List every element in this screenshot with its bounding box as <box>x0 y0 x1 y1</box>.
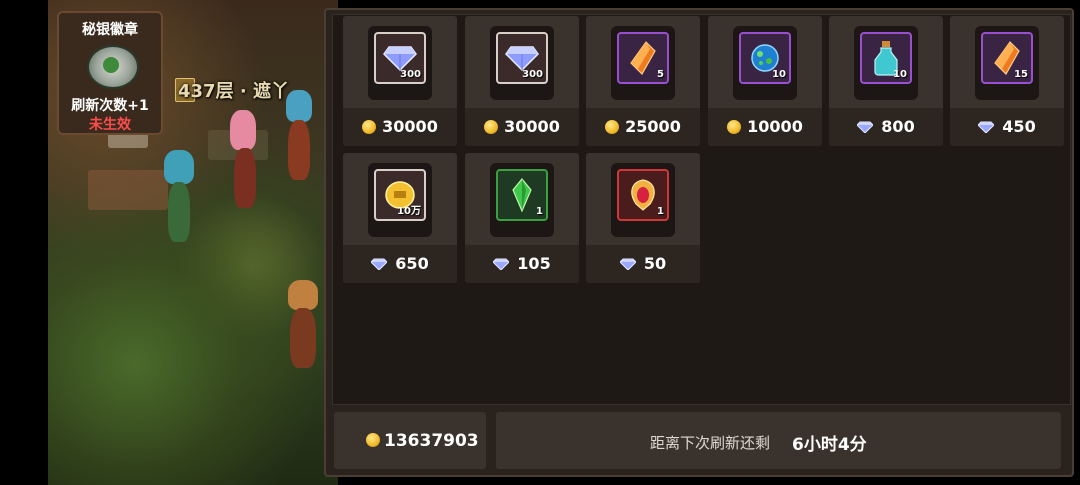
badge-title: 秘银徽章 <box>82 22 138 38</box>
gold-coin-icon <box>605 120 620 134</box>
item-quantity: 10万 <box>397 206 421 217</box>
item-price: 650 <box>395 254 429 273</box>
character-body <box>290 308 316 368</box>
shop-item-2[interactable]: 300 30000 <box>465 16 579 146</box>
item-price: 25000 <box>625 117 681 136</box>
character-body <box>168 182 190 242</box>
item-quantity: 1 <box>657 206 664 217</box>
item-quantity: 15 <box>1014 69 1028 80</box>
shop-item-8[interactable]: 1 105 <box>465 153 579 283</box>
price-row: 25000 <box>586 117 700 136</box>
character-body <box>234 148 256 208</box>
price-row: 650 <box>343 254 457 273</box>
refresh-label: 距离下次刷新还剩 <box>650 434 771 452</box>
item-quantity: 10 <box>893 69 907 80</box>
price-row: 450 <box>950 117 1064 136</box>
floor-label: 437层 · 遮丫 <box>178 81 289 102</box>
item-price: 10000 <box>747 117 803 136</box>
diamond-icon <box>371 254 395 273</box>
price-bar: 30000 <box>465 108 579 146</box>
item-quantity: 300 <box>400 69 421 80</box>
character-brown-hair[interactable] <box>288 280 318 310</box>
shop-item-6[interactable]: 15 450 <box>950 16 1064 146</box>
shop-item-7[interactable]: 10万 650 <box>343 153 457 283</box>
diamond-icon <box>619 254 644 273</box>
gold-coin-icon <box>362 120 377 134</box>
item-price: 450 <box>1002 117 1036 136</box>
item-frame: 1 <box>496 169 548 221</box>
price-bar: 10000 <box>708 108 822 146</box>
price-row: 105 <box>465 254 579 273</box>
item-price: 30000 <box>382 117 438 136</box>
item-price: 50 <box>643 254 667 273</box>
diamond-icon <box>493 254 517 273</box>
item-quantity: 300 <box>522 69 543 80</box>
shop-item-5[interactable]: 10 800 <box>829 16 943 146</box>
price-row: 50 <box>586 254 700 273</box>
mithril-badge[interactable]: 秘银徽章 刷新次数+1 未生效 <box>57 11 163 135</box>
gold-balance: 13637903 <box>334 412 486 469</box>
item-frame: 10 <box>860 32 912 84</box>
gold-coin-icon <box>484 120 499 134</box>
item-quantity: 10 <box>772 69 786 80</box>
gold-coin-icon <box>727 120 742 134</box>
item-frame: 10 <box>739 32 791 84</box>
character-teal-hair[interactable] <box>164 150 194 184</box>
price-bar: 25000 <box>586 108 700 146</box>
item-frame: 300 <box>496 32 548 84</box>
gold-amount: 13637903 <box>384 431 479 451</box>
item-price: 800 <box>881 117 915 136</box>
item-frame: 1 <box>617 169 669 221</box>
item-frame: 15 <box>981 32 1033 84</box>
price-row: 30000 <box>465 117 579 136</box>
item-frame: 300 <box>374 32 426 84</box>
character-pink-hair[interactable] <box>230 110 256 150</box>
shop-item-3[interactable]: 5 25000 <box>586 16 700 146</box>
badge-status: 未生效 <box>89 117 131 133</box>
price-row: 800 <box>829 117 943 136</box>
item-frame: 10万 <box>374 169 426 221</box>
character-blue-hair[interactable] <box>286 90 312 122</box>
item-quantity: 1 <box>536 206 543 217</box>
refresh-timer: 距离下次刷新还剩 6小时4分 <box>496 412 1061 469</box>
price-bar: 105 <box>465 245 579 283</box>
badge-refresh-bonus: 刷新次数+1 <box>71 98 149 114</box>
item-price: 30000 <box>504 117 560 136</box>
diamond-icon <box>978 117 1002 136</box>
price-bar: 30000 <box>343 108 457 146</box>
price-row: 30000 <box>343 117 457 136</box>
shop-item-4[interactable]: 10 10000 <box>708 16 822 146</box>
price-bar: 800 <box>829 108 943 146</box>
refresh-time: 6小时4分 <box>792 435 867 455</box>
diamond-icon <box>857 117 881 136</box>
item-price: 105 <box>517 254 551 273</box>
price-bar: 450 <box>950 108 1064 146</box>
shop-item-1[interactable]: 300 30000 <box>343 16 457 146</box>
badge-emblem-icon <box>87 45 139 89</box>
shop-item-9[interactable]: 1 50 <box>586 153 700 283</box>
gold-coin-icon <box>366 433 380 447</box>
item-quantity: 5 <box>657 69 664 80</box>
table-prop <box>88 170 168 210</box>
price-bar: 650 <box>343 245 457 283</box>
character-body <box>288 120 310 180</box>
price-row: 10000 <box>708 117 822 136</box>
price-bar: 50 <box>586 245 700 283</box>
item-frame: 5 <box>617 32 669 84</box>
